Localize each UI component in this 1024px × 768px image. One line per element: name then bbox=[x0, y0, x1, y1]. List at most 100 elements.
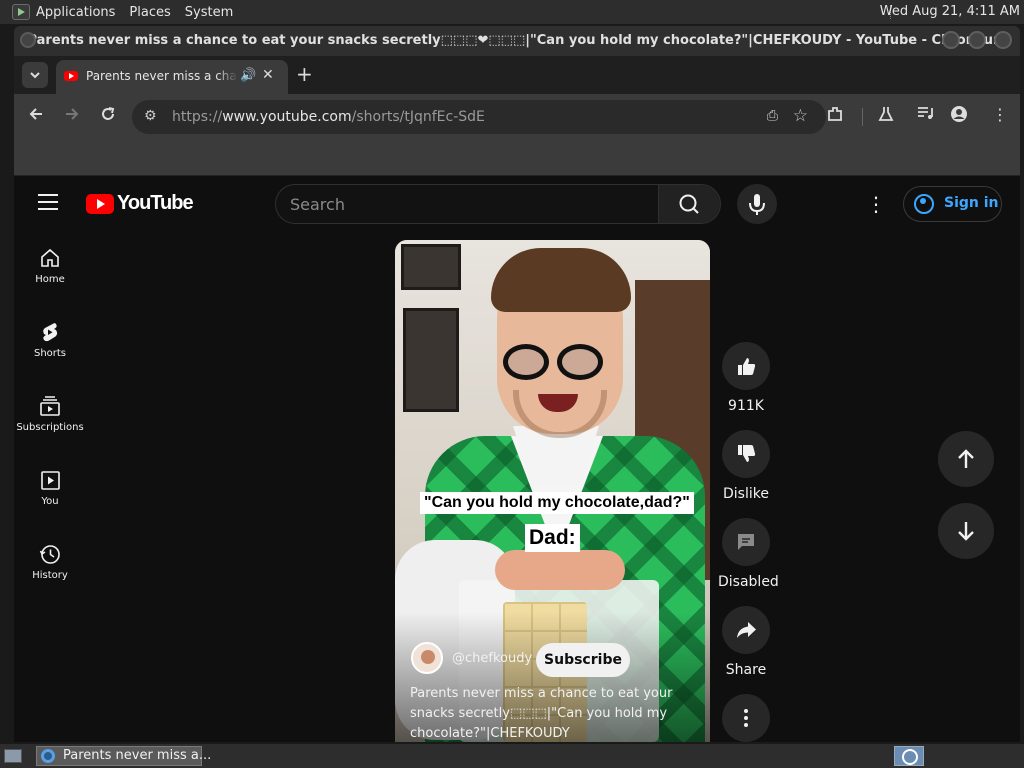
site-info-icon[interactable]: ⚙ bbox=[144, 108, 157, 124]
subscriptions-icon bbox=[40, 396, 60, 416]
guide-menu-button[interactable] bbox=[38, 194, 58, 210]
labs-flask-icon[interactable] bbox=[878, 105, 894, 127]
show-desktop-icon[interactable] bbox=[4, 749, 22, 763]
profile-avatar-icon[interactable] bbox=[950, 105, 968, 127]
like-action[interactable]: 911K bbox=[718, 342, 774, 414]
media-controls-icon[interactable] bbox=[916, 105, 934, 125]
applications-menu[interactable]: Applications bbox=[36, 5, 115, 20]
system-top-panel: Applications Places System Wed Aug 21, 4… bbox=[0, 0, 1024, 24]
like-button[interactable] bbox=[722, 342, 770, 390]
arrow-up-icon bbox=[958, 449, 974, 468]
system-menu[interactable]: System bbox=[185, 5, 233, 20]
reload-button[interactable] bbox=[100, 106, 116, 127]
comments-button[interactable] bbox=[722, 518, 770, 566]
workspace-switcher-icon[interactable] bbox=[894, 746, 924, 766]
url-text[interactable]: https://www.youtube.com/shorts/tJqnfEc-S… bbox=[172, 109, 485, 125]
audio-playing-icon[interactable]: 🔊 bbox=[240, 68, 256, 83]
like-count: 911K bbox=[728, 398, 764, 414]
share-button[interactable] bbox=[722, 606, 770, 654]
search-box bbox=[275, 184, 721, 224]
more-actions[interactable] bbox=[718, 694, 774, 742]
thumbs-down-icon bbox=[738, 445, 756, 462]
back-arrow-icon bbox=[29, 108, 42, 120]
tab-search-button[interactable] bbox=[22, 62, 48, 88]
more-actions-button[interactable] bbox=[722, 694, 770, 742]
previous-short-button[interactable] bbox=[938, 431, 994, 487]
history-icon bbox=[39, 545, 60, 564]
video-caption-line-2: Dad: bbox=[525, 524, 580, 552]
subscribe-button[interactable]: Subscribe bbox=[536, 643, 630, 677]
bookmark-star-icon[interactable]: ☆ bbox=[793, 106, 808, 126]
sign-in-label: Sign in bbox=[944, 195, 999, 211]
taskbar-window-label: Parents never miss a... bbox=[63, 748, 212, 763]
guide-label-home: Home bbox=[35, 274, 65, 285]
thumbs-up-icon bbox=[738, 358, 756, 375]
account-circle-icon bbox=[914, 194, 934, 214]
chrome-menu-icon[interactable]: ⋮ bbox=[992, 105, 1008, 124]
extensions-icon[interactable] bbox=[826, 105, 844, 127]
guide-label-shorts: Shorts bbox=[33, 348, 67, 359]
guide-item-you[interactable]: You bbox=[14, 462, 86, 522]
browser-toolbar: ⚙ https://www.youtube.com/shorts/tJqnfEc… bbox=[14, 94, 1020, 140]
youtube-page: YouTube ⋮ Sign in Home Shorts Subscripti… bbox=[14, 176, 1020, 742]
sign-in-button[interactable]: Sign in bbox=[903, 186, 1002, 222]
youtube-logo[interactable]: YouTube bbox=[86, 192, 194, 215]
back-button[interactable] bbox=[28, 106, 44, 127]
comment-icon bbox=[738, 534, 754, 550]
guide-label-history: History bbox=[32, 570, 68, 581]
video-caption-line-1: "Can you hold my chocolate,dad?" bbox=[420, 492, 694, 514]
forward-button[interactable] bbox=[64, 106, 80, 127]
install-app-icon[interactable]: ⎙ bbox=[767, 108, 778, 124]
youtube-play-icon bbox=[86, 193, 114, 214]
close-window-button[interactable] bbox=[994, 31, 1012, 49]
home-icon bbox=[41, 248, 59, 267]
next-short-button[interactable] bbox=[938, 503, 994, 559]
applications-logo-icon[interactable] bbox=[12, 4, 30, 20]
share-action[interactable]: Share bbox=[718, 606, 774, 678]
minimize-button[interactable] bbox=[942, 31, 960, 49]
channel-handle[interactable]: @chefkoudy bbox=[452, 651, 532, 666]
search-input[interactable] bbox=[290, 194, 650, 214]
places-menu[interactable]: Places bbox=[129, 5, 170, 20]
panel-clock[interactable]: Wed Aug 21, 4:11 AM bbox=[880, 4, 1020, 19]
tab-title: Parents never miss a chance to eat your … bbox=[86, 69, 236, 83]
guide-item-home[interactable]: Home bbox=[14, 240, 86, 300]
shorts-video-player[interactable]: "Can you hold my chocolate,dad?" Dad: @c… bbox=[395, 240, 710, 742]
arrow-down-icon bbox=[958, 522, 974, 541]
share-label: Share bbox=[725, 662, 767, 678]
guide-item-history[interactable]: History bbox=[14, 536, 86, 596]
guide-item-subscriptions[interactable]: Subscriptions bbox=[14, 388, 86, 448]
forward-arrow-icon bbox=[66, 108, 79, 120]
dislike-action[interactable]: Dislike bbox=[718, 430, 774, 502]
wall-picture-frame bbox=[401, 244, 461, 290]
maximize-button[interactable] bbox=[968, 31, 986, 49]
wall-picture-frame bbox=[403, 308, 459, 412]
share-arrow-icon bbox=[737, 622, 756, 638]
address-bar[interactable]: ⚙ https://www.youtube.com/shorts/tJqnfEc… bbox=[132, 100, 826, 134]
window-titlebar[interactable]: Parents never miss a chance to eat your … bbox=[14, 26, 1020, 56]
channel-avatar[interactable] bbox=[411, 642, 443, 674]
tab-title-fade bbox=[216, 66, 238, 88]
taskbar-window-chromium[interactable]: Parents never miss a... bbox=[36, 746, 211, 766]
active-tab[interactable]: Parents never miss a chance to eat your … bbox=[56, 60, 288, 94]
close-tab-icon[interactable]: ✕ bbox=[262, 67, 274, 83]
short-description[interactable]: Parents never miss a chance to eat your … bbox=[410, 684, 680, 742]
search-button[interactable] bbox=[658, 185, 720, 223]
comments-action[interactable]: Disabled bbox=[718, 518, 779, 590]
taskbar: Parents never miss a... bbox=[0, 744, 1024, 768]
toolbar-divider bbox=[862, 108, 863, 126]
settings-more-icon[interactable]: ⋮ bbox=[866, 192, 886, 216]
voice-search-button[interactable] bbox=[737, 184, 777, 224]
guide-item-shorts[interactable]: Shorts bbox=[14, 314, 86, 374]
glasses-right-lens bbox=[557, 344, 603, 380]
more-vertical-icon bbox=[744, 709, 748, 727]
dislike-label: Dislike bbox=[723, 486, 769, 502]
youtube-favicon-icon bbox=[64, 71, 78, 81]
person-hands bbox=[495, 550, 625, 590]
window-menu-button[interactable] bbox=[20, 32, 36, 48]
chromium-icon bbox=[41, 749, 55, 763]
youtube-wordmark: YouTube bbox=[117, 192, 194, 214]
new-tab-button[interactable]: + bbox=[296, 62, 313, 86]
dislike-button[interactable] bbox=[722, 430, 770, 478]
glasses-left-lens bbox=[503, 344, 549, 380]
